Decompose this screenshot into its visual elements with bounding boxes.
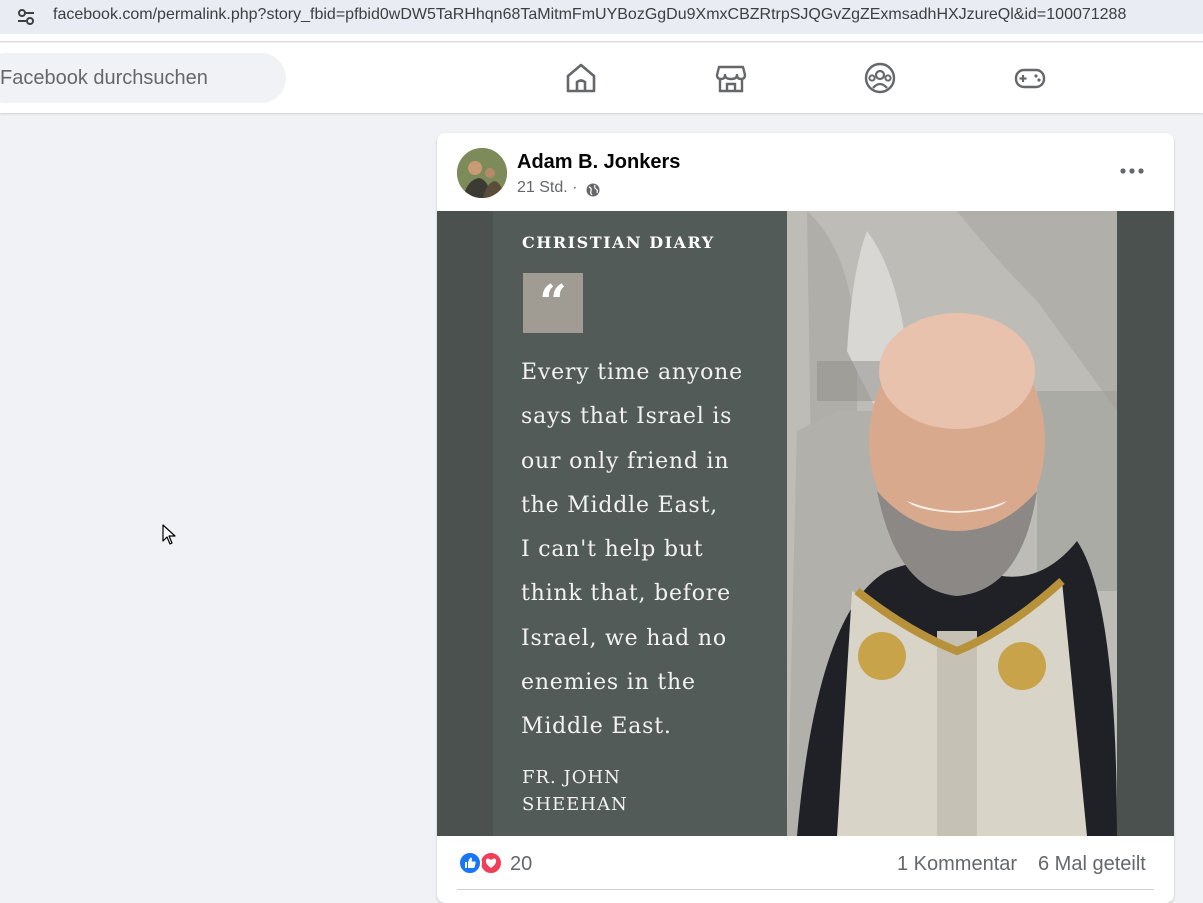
svg-text:“: “ bbox=[539, 275, 567, 331]
quote-line: think that, before bbox=[521, 581, 731, 607]
attribution-line: SHEEHAN bbox=[522, 794, 628, 815]
search-input[interactable]: Facebook durchsuchen bbox=[0, 53, 286, 103]
site-settings-icon[interactable] bbox=[14, 5, 38, 29]
quote-line: I can't help but bbox=[521, 537, 704, 563]
quote-line: Middle East. bbox=[521, 714, 672, 740]
image-brand: CHRISTIAN DIARY bbox=[522, 233, 715, 252]
post-image[interactable]: “ CHRISTIAN DIARY Every time anyone says… bbox=[437, 211, 1174, 836]
globe-icon bbox=[586, 183, 600, 197]
marketplace-icon[interactable] bbox=[714, 61, 748, 95]
post-card: Adam B. Jonkers 21 Std. · “ CHRISTIAN DI… bbox=[437, 133, 1174, 903]
comment-count[interactable]: 1 Kommentar bbox=[897, 853, 1017, 876]
quote-line: the Middle East, bbox=[521, 492, 718, 518]
reaction-count[interactable]: 20 bbox=[510, 853, 532, 876]
divider bbox=[457, 889, 1154, 890]
share-count[interactable]: 6 Mal geteilt bbox=[1038, 853, 1146, 876]
quote-line: our only friend in bbox=[521, 448, 730, 474]
groups-icon[interactable] bbox=[863, 61, 897, 95]
quote-line: Every time anyone bbox=[521, 360, 743, 385]
image-quote: Every time anyone says that Israel is ou… bbox=[521, 351, 743, 750]
post-time[interactable]: 21 Std. · bbox=[517, 179, 577, 197]
quote-line: enemies in the bbox=[521, 670, 696, 696]
url-text[interactable]: facebook.com/permalink.php?story_fbid=pf… bbox=[53, 6, 1126, 24]
gaming-icon[interactable] bbox=[1013, 61, 1047, 95]
attribution-line: FR. JOHN bbox=[522, 767, 621, 788]
more-options-icon[interactable] bbox=[1116, 157, 1148, 185]
url-field[interactable]: facebook.com/permalink.php?story_fbid=pf… bbox=[0, 0, 1203, 34]
quote-line: Israel, we had no bbox=[521, 625, 727, 651]
author-avatar[interactable] bbox=[457, 148, 507, 198]
author-name[interactable]: Adam B. Jonkers bbox=[517, 151, 680, 174]
browser-address-bar: facebook.com/permalink.php?story_fbid=pf… bbox=[0, 0, 1203, 42]
search-placeholder: Facebook durchsuchen bbox=[0, 67, 208, 89]
image-attribution: FR. JOHN SHEEHAN bbox=[522, 764, 628, 818]
mouse-cursor-icon bbox=[162, 524, 176, 545]
quote-line: says that Israel is bbox=[521, 404, 733, 430]
reaction-icons[interactable] bbox=[457, 849, 505, 877]
home-icon[interactable] bbox=[564, 61, 598, 95]
facebook-top-nav: Facebook durchsuchen bbox=[0, 43, 1203, 113]
